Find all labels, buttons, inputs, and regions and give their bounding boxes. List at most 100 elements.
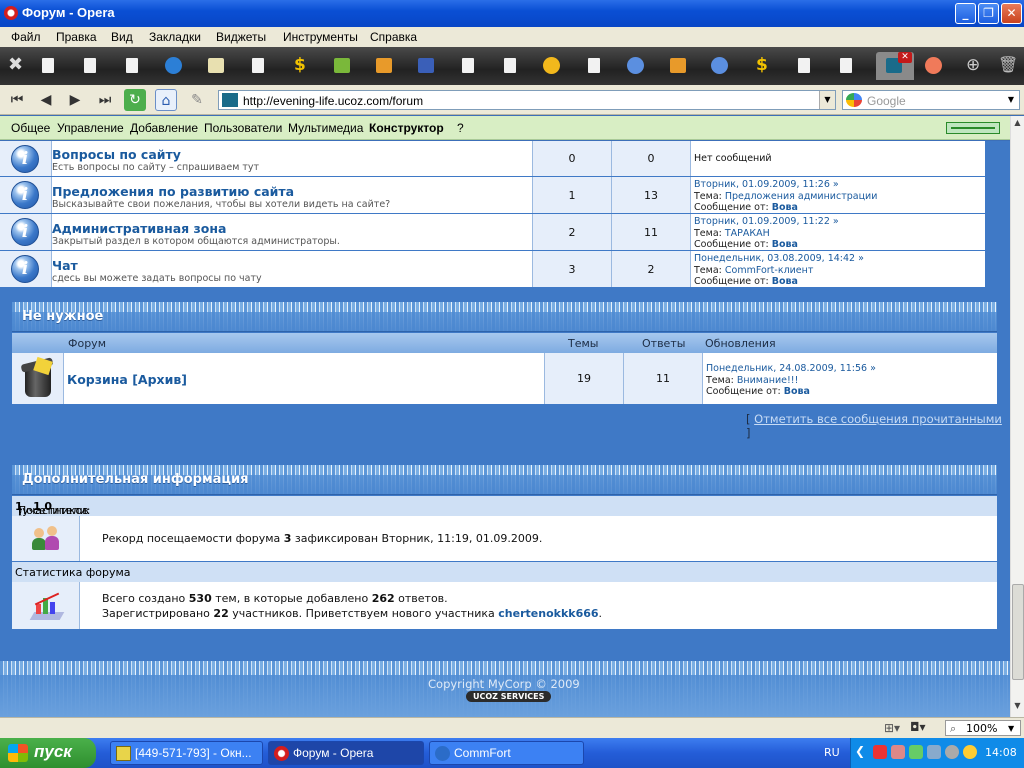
zoom-control[interactable]: ⌕ 100% ▼ bbox=[945, 720, 1021, 736]
search-input[interactable]: Google ▼ bbox=[842, 90, 1020, 110]
tab-page[interactable] bbox=[828, 52, 866, 80]
last-post-date[interactable]: Вторник, 01.09.2009, 11:22 » bbox=[694, 216, 839, 227]
author-link[interactable]: Вова bbox=[772, 202, 798, 213]
forum-link[interactable]: Вопросы по сайту bbox=[52, 147, 181, 162]
menu-help[interactable]: Справка bbox=[370, 30, 417, 44]
panel-add[interactable]: Добавление bbox=[130, 121, 198, 135]
forward-icon[interactable]: ▶ bbox=[64, 89, 86, 111]
tray-app-icon[interactable] bbox=[873, 745, 887, 759]
taskbar-item[interactable]: CommFort bbox=[429, 741, 584, 765]
back-icon[interactable]: ◀ bbox=[35, 89, 57, 111]
author-link[interactable]: Вова bbox=[784, 386, 810, 397]
forum-link[interactable]: Административная зона bbox=[52, 221, 226, 236]
home-icon[interactable]: ⌂ bbox=[155, 89, 177, 111]
forum-link[interactable]: Корзина [Архив] bbox=[67, 372, 187, 387]
scroll-thumb[interactable] bbox=[1012, 584, 1024, 680]
panel-help[interactable]: ? bbox=[457, 121, 464, 135]
last-post-date[interactable]: Вторник, 01.09.2009, 11:26 » bbox=[694, 179, 839, 190]
fast-forward-icon[interactable]: ⏭ bbox=[94, 89, 116, 111]
tab-page[interactable] bbox=[786, 52, 824, 80]
panel-multimedia[interactable]: Мультимедиа bbox=[288, 121, 363, 135]
tray-app-icon[interactable] bbox=[927, 745, 941, 759]
camera-icon[interactable]: ◘▾ bbox=[910, 720, 926, 734]
tab-page[interactable] bbox=[660, 52, 698, 80]
topic-link[interactable]: Внимание!!! bbox=[737, 375, 799, 386]
tray-app-icon[interactable] bbox=[945, 745, 959, 759]
maximize-button[interactable]: ❐ bbox=[978, 3, 999, 24]
tab-page[interactable] bbox=[114, 52, 152, 80]
forum-link[interactable]: Чат bbox=[52, 258, 78, 273]
site-icon bbox=[627, 57, 644, 74]
author-link[interactable]: Вова bbox=[772, 276, 798, 287]
minimize-button[interactable]: _ bbox=[955, 3, 976, 24]
forum-link[interactable]: Предложения по развитию сайта bbox=[52, 184, 294, 199]
tray-expand-icon[interactable]: ❮ bbox=[855, 744, 865, 758]
tab-page[interactable] bbox=[702, 52, 740, 80]
tab-page[interactable] bbox=[156, 52, 194, 80]
tab-page[interactable] bbox=[916, 52, 954, 80]
panels-icon[interactable]: ⊞▾ bbox=[884, 721, 900, 735]
tab-page[interactable] bbox=[198, 52, 236, 80]
tab-page[interactable] bbox=[30, 52, 68, 80]
author-link[interactable]: Вова bbox=[772, 239, 798, 250]
tab-page[interactable] bbox=[492, 52, 530, 80]
ucoz-services-badge[interactable]: UCOZ SERVICES bbox=[466, 691, 552, 702]
panel-constructor[interactable]: Конструктор bbox=[369, 121, 444, 135]
tray-app-icon[interactable] bbox=[891, 745, 905, 759]
menu-widgets[interactable]: Виджеты bbox=[216, 30, 266, 44]
tab-page[interactable] bbox=[450, 52, 488, 80]
close-button[interactable]: ✕ bbox=[1001, 3, 1022, 24]
section-title[interactable]: Не нужное bbox=[22, 309, 103, 324]
tab-page[interactable]: $ bbox=[282, 52, 320, 80]
menu-tools[interactable]: Инструменты bbox=[283, 30, 358, 44]
tab-page[interactable] bbox=[576, 52, 614, 80]
chevron-down-icon[interactable]: ▼ bbox=[1003, 91, 1019, 109]
address-field[interactable]: http://evening-life.ucoz.com/forum ▼ bbox=[218, 90, 836, 110]
info-icon: i bbox=[11, 255, 39, 283]
topic-link[interactable]: Предложения администрации bbox=[725, 191, 878, 202]
tab-page[interactable] bbox=[72, 52, 110, 80]
taskbar-item-active[interactable]: Форум - Opera bbox=[268, 741, 424, 765]
opera-logo-icon bbox=[4, 6, 18, 20]
tab-page[interactable] bbox=[408, 52, 446, 80]
topic-link[interactable]: CommFort-клиент bbox=[725, 265, 814, 276]
rewind-icon[interactable]: ⏮ bbox=[6, 89, 28, 111]
tab-page[interactable] bbox=[534, 52, 572, 80]
language-indicator[interactable]: RU bbox=[824, 746, 840, 759]
scroll-up-icon[interactable]: ▲ bbox=[1011, 118, 1024, 132]
edit-icon[interactable]: ✎ bbox=[186, 89, 208, 111]
menu-view[interactable]: Вид bbox=[111, 30, 133, 44]
page-icon bbox=[42, 58, 54, 73]
tab-page[interactable] bbox=[618, 52, 656, 80]
newest-user-link[interactable]: chertenokkk666 bbox=[498, 607, 598, 620]
taskbar-item[interactable]: [449-571-793] - Окн... bbox=[110, 741, 263, 765]
tray-app-icon[interactable] bbox=[909, 745, 923, 759]
panel-manage[interactable]: Управление bbox=[57, 121, 124, 135]
panel-slider[interactable] bbox=[946, 122, 1000, 134]
trash-icon[interactable]: 🗑 bbox=[990, 52, 1024, 80]
scroll-down-icon[interactable]: ▼ bbox=[1011, 701, 1024, 715]
table-header: Форум Темы Ответы Обновления bbox=[12, 333, 997, 353]
tab-page[interactable]: $ bbox=[744, 52, 782, 80]
panel-users[interactable]: Пользователи bbox=[204, 121, 282, 135]
chevron-down-icon[interactable]: ▼ bbox=[819, 91, 835, 109]
tab-page[interactable] bbox=[324, 52, 362, 80]
tab-page[interactable] bbox=[240, 52, 278, 80]
reload-icon[interactable]: ↻ bbox=[124, 89, 146, 111]
panel-general[interactable]: Общее bbox=[11, 121, 50, 135]
menu-bookmarks[interactable]: Закладки bbox=[149, 30, 201, 44]
close-tab-icon[interactable]: ✕ bbox=[898, 52, 912, 63]
page-scrollbar[interactable]: ▲ ▼ bbox=[1010, 116, 1024, 717]
menu-edit[interactable]: Правка bbox=[56, 30, 97, 44]
mark-all-read-link[interactable]: Отметить все сообщения прочитанными bbox=[754, 412, 1002, 426]
last-post-date[interactable]: Понедельник, 03.08.2009, 14:42 » bbox=[694, 253, 864, 264]
tab-active[interactable]: ✕ bbox=[876, 52, 914, 80]
topic-link[interactable]: ТАРАКАН bbox=[725, 228, 770, 239]
menu-file[interactable]: Файл bbox=[11, 30, 41, 44]
menu-bar: Файл Правка Вид Закладки Виджеты Инструм… bbox=[0, 27, 1024, 47]
tab-page[interactable] bbox=[366, 52, 404, 80]
start-button[interactable]: пуск bbox=[0, 738, 96, 768]
last-post-date[interactable]: Понедельник, 24.08.2009, 11:56 » bbox=[706, 363, 876, 374]
tray-app-icon[interactable] bbox=[963, 745, 977, 759]
clock[interactable]: 14:08 bbox=[985, 746, 1017, 759]
